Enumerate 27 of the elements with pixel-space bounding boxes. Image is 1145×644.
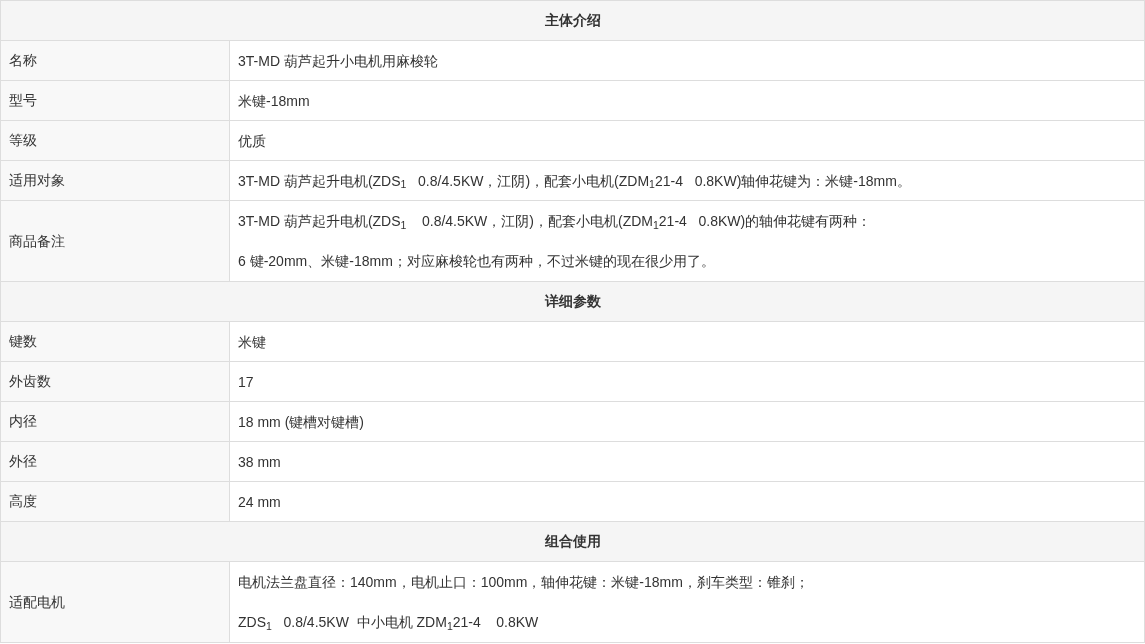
label-cell: 内径 xyxy=(0,401,230,442)
value-text: 17 xyxy=(238,372,255,392)
label-cell: 型号 xyxy=(0,80,230,121)
value-text: 3T-MD 葫芦起升电机(ZDS$_{1}$ 0.8/4.5KW，江阴)，配套小电机(ZDM$_{1}$21-4 0.8KW)的轴伸花键有两种： xyxy=(238,212,873,231)
value-text: 6 键-20mm、米键-18mm；对应麻梭轮也有两种，不过米键的现在很少用了。 xyxy=(238,252,716,271)
value-text: 电机法兰盘直径：140mm，电机止口：100mm，轴伸花键：米键-18mm，刹车类型：锥刹； xyxy=(238,573,810,592)
label-cell: 商品备注 xyxy=(0,200,230,282)
value-text: ZDS$_{1}$ 0.8/4.5KW 中小电机 ZDM$_{1}$21-4 0.8KW xyxy=(238,613,540,632)
label-cell: 适用对象 xyxy=(0,160,230,201)
value-text: 米键 xyxy=(238,332,267,352)
value-text: 24 mm xyxy=(238,492,282,512)
label-cell: 键数 xyxy=(0,321,230,362)
label-cell: 外齿数 xyxy=(0,361,230,402)
value-text: 米键-18mm xyxy=(238,91,311,111)
label-cell: 适配电机 xyxy=(0,561,230,643)
label-cell: 名称 xyxy=(0,40,230,81)
section-title: 主体介绍 xyxy=(0,0,1145,41)
label-cell: 等级 xyxy=(0,120,230,161)
section-title: 组合使用 xyxy=(0,521,1145,562)
value-text: 18 mm (键槽对键槽) xyxy=(238,412,365,432)
value-text: 38 mm xyxy=(238,452,282,472)
label-cell: 外径 xyxy=(0,441,230,482)
value-text: 3T-MD 葫芦起升电机(ZDS$_{1}$ 0.8/4.5KW，江阴)，配套小电机(ZDM$_{1}$21-4 0.8KW)轴伸花键为：米键-18mm。 xyxy=(238,171,912,191)
value-text: 优质 xyxy=(238,131,267,151)
section-title: 详细参数 xyxy=(0,281,1145,322)
label-cell: 高度 xyxy=(0,481,230,522)
value-text: 3T-MD 葫芦起升小电机用麻梭轮 xyxy=(238,51,439,71)
